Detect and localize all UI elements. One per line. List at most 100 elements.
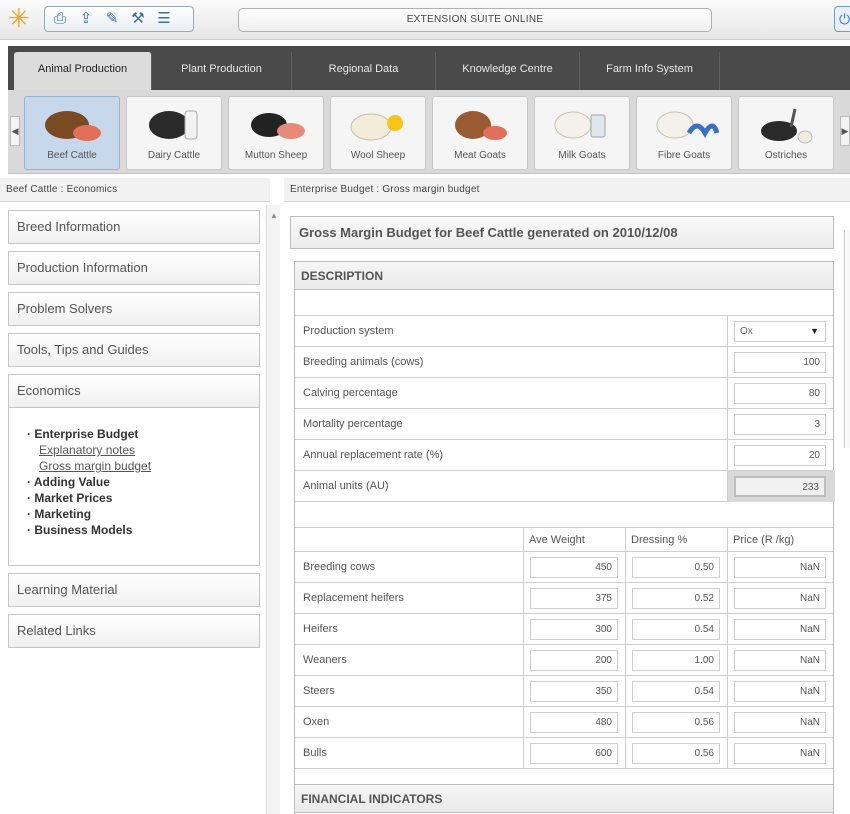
production-system-select[interactable]: Ox ▼	[734, 321, 826, 342]
animal-fibre-goats[interactable]: Fibre Goats	[636, 96, 732, 170]
price-input[interactable]: NaN	[734, 681, 826, 702]
dressing-input[interactable]: 0.54	[632, 619, 720, 640]
ave-weight-input[interactable]: 480	[530, 712, 618, 733]
cell: 0.54	[625, 676, 727, 707]
price-input[interactable]: NaN	[734, 557, 826, 578]
dressing-input[interactable]: 0.56	[632, 743, 720, 764]
tools-icon[interactable]: ⚒	[129, 10, 147, 28]
scroll-right-arrow-icon[interactable]: ▶	[840, 116, 850, 146]
submenu-item-enterprise-budget[interactable]: · Enterprise Budget	[27, 426, 259, 442]
menu-economics[interactable]: Economics	[8, 374, 260, 408]
animal-milk-goats[interactable]: Milk Goats	[534, 96, 630, 170]
ave-weight-input[interactable]: 600	[530, 743, 618, 764]
cell: NaN	[727, 552, 835, 583]
price-input[interactable]: NaN	[734, 743, 826, 764]
ave-weight-input[interactable]: 375	[530, 588, 618, 609]
menu-related-links[interactable]: Related Links	[8, 614, 260, 648]
submenu-link-gross-margin-budget[interactable]: Gross margin budget	[27, 458, 259, 474]
cell: NaN	[727, 614, 835, 645]
cell: 0.52	[625, 583, 727, 614]
animal-label: Fibre Goats	[657, 150, 711, 161]
menu-problem-solvers[interactable]: Problem Solvers	[8, 292, 260, 326]
row-label: Production system	[303, 325, 394, 337]
dressing-input[interactable]: 0.56	[632, 712, 720, 733]
cell: 0.50	[625, 552, 727, 583]
submenu-item-adding-value[interactable]: · Adding Value	[27, 474, 259, 490]
menu-production-information[interactable]: Production Information	[8, 251, 260, 285]
tab-regional-data[interactable]: Regional Data	[292, 52, 436, 90]
menu-tools-tips-guides[interactable]: Tools, Tips and Guides	[8, 333, 260, 367]
dressing-input[interactable]: 0.52	[632, 588, 720, 609]
cell: 100	[727, 347, 835, 378]
right-scrollbar[interactable]	[844, 230, 850, 448]
ave-weight-input[interactable]: 200	[530, 650, 618, 671]
animal-wool-sheep[interactable]: Wool Sheep	[330, 96, 426, 170]
financial-indicators-title: FINANCIAL INDICATORS	[295, 785, 833, 813]
beef-cattle-icon	[25, 101, 119, 149]
app-title: EXTENSION SUITE ONLINE	[238, 8, 712, 32]
top-toolbar: ✳ ⎙ ⇪ ✎ ⚒ ☰ EXTENSION SUITE ONLINE ⏻	[0, 0, 850, 40]
cell: 450	[523, 552, 625, 583]
submenu-link-explanatory-notes[interactable]: Explanatory notes	[27, 442, 259, 458]
row-label: Oxen	[303, 716, 330, 728]
animal-label: Beef Cattle	[47, 150, 97, 161]
ave-weight-input[interactable]: 450	[530, 557, 618, 578]
print-icon[interactable]: ⎙	[51, 10, 69, 28]
submenu-item-market-prices[interactable]: · Market Prices	[27, 490, 259, 506]
calving-percentage-input[interactable]: 80	[734, 383, 826, 404]
financial-indicators-section: FINANCIAL INDICATORS	[294, 784, 834, 814]
table-row: Breeding cows 450 0.50 NaN	[295, 552, 833, 583]
animal-dairy-cattle[interactable]: Dairy Cattle	[126, 96, 222, 170]
table-row: Weaners 200 1.00 NaN	[295, 645, 833, 676]
cell: 480	[523, 707, 625, 738]
price-input[interactable]: NaN	[734, 650, 826, 671]
submenu-item-business-models[interactable]: · Business Models	[27, 522, 259, 538]
dressing-input[interactable]: 0.54	[632, 681, 720, 702]
upload-icon[interactable]: ⇪	[77, 10, 95, 28]
price-input[interactable]: NaN	[734, 619, 826, 640]
ave-weight-input[interactable]: 300	[530, 619, 618, 640]
cell: Ox ▼	[727, 316, 835, 347]
ave-weight-input[interactable]: 350	[530, 681, 618, 702]
milk-goats-icon	[535, 101, 629, 149]
cell: 20	[727, 440, 835, 471]
left-scrollbar[interactable]: ▲	[266, 205, 280, 814]
price-input[interactable]: NaN	[734, 712, 826, 733]
col-header-price: Price (R /kg)	[733, 534, 795, 546]
dressing-input[interactable]: 1.00	[632, 650, 720, 671]
mortality-percentage-input[interactable]: 3	[734, 414, 826, 435]
submenu-item-marketing[interactable]: · Marketing	[27, 506, 259, 522]
col-header-ave-weight: Ave Weight	[529, 534, 585, 546]
tab-plant-production[interactable]: Plant Production	[152, 52, 292, 90]
list-icon[interactable]: ☰	[155, 10, 173, 28]
menu-breed-information[interactable]: Breed Information	[8, 210, 260, 244]
row-label: Heifers	[303, 623, 338, 635]
animal-label: Mutton Sheep	[244, 150, 308, 161]
cell: 3	[727, 409, 835, 440]
menu-learning-material[interactable]: Learning Material	[8, 573, 260, 607]
replacement-rate-input[interactable]: 20	[734, 445, 826, 466]
power-icon[interactable]: ⏻	[834, 6, 850, 32]
tab-farm-info-system[interactable]: Farm Info System	[580, 52, 720, 90]
animal-beef-cattle[interactable]: Beef Cattle	[24, 96, 120, 170]
animal-ostriches[interactable]: Ostriches	[738, 96, 834, 170]
tab-knowledge-centre[interactable]: Knowledge Centre	[436, 52, 580, 90]
tab-animal-production[interactable]: Animal Production	[14, 52, 152, 90]
price-input[interactable]: NaN	[734, 588, 826, 609]
table-row: Steers 350 0.54 NaN	[295, 676, 833, 707]
weights-table-body: Breeding cows 450 0.50 NaN Replacement heife…	[295, 552, 833, 769]
breadcrumb-left: Beef Cattle : Economics	[0, 178, 270, 202]
scroll-up-arrow-icon[interactable]: ▲	[270, 211, 278, 220]
breadcrumb-right: Enterprise Budget : Gross margin budget	[284, 178, 850, 202]
blank-row	[295, 502, 833, 528]
animal-meat-goats[interactable]: Meat Goats	[432, 96, 528, 170]
scroll-left-arrow-icon[interactable]: ◀	[10, 116, 20, 146]
edit-icon[interactable]: ✎	[103, 10, 121, 28]
breeding-animals-input[interactable]: 100	[734, 352, 826, 373]
row-breeding-animals: Breeding animals (cows) 100	[295, 347, 833, 378]
dressing-input[interactable]: 0.50	[632, 557, 720, 578]
ostriches-icon	[739, 101, 833, 149]
row-label: Weaners	[303, 654, 347, 666]
animal-mutton-sheep[interactable]: Mutton Sheep	[228, 96, 324, 170]
animal-units-value: 233	[734, 476, 826, 497]
